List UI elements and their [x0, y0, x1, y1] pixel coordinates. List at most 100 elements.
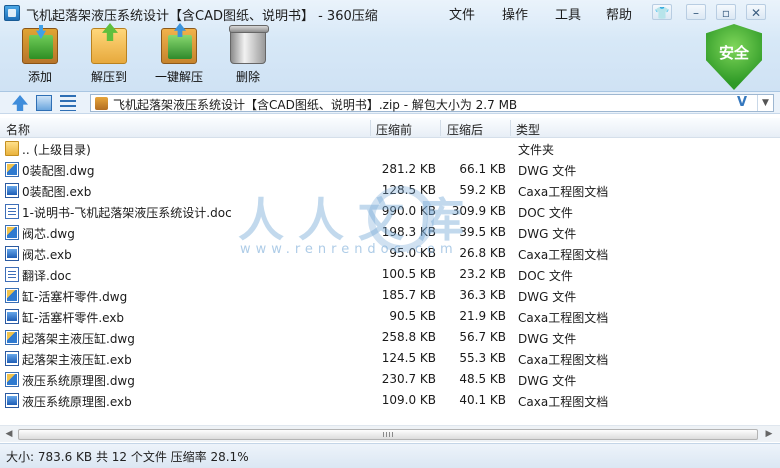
file-row[interactable]: 起落架主液压缸.exb 124.5 KB 55.3 KB Caxa工程图文档 — [0, 348, 770, 369]
one-key-extract-button[interactable]: 一键解压 — [152, 28, 206, 88]
file-original-size: 95.0 KB — [389, 246, 436, 260]
file-type: Caxa工程图文档 — [518, 311, 609, 325]
file-row[interactable]: 阀芯.dwg 198.3 KB 39.5 KB DWG 文件 — [0, 222, 770, 243]
scroll-left-icon[interactable]: ◀ — [4, 429, 14, 439]
menu-file[interactable]: 文件 — [449, 4, 475, 23]
extract-folder-icon — [91, 28, 127, 64]
file-compressed-size: 56.7 KB — [459, 330, 506, 344]
security-shield-badge[interactable]: 安全 — [706, 24, 762, 90]
file-type: DOC 文件 — [518, 206, 573, 220]
exb-file-icon — [5, 393, 19, 408]
shirt-icon[interactable]: 👕 — [652, 4, 672, 20]
exb-file-icon — [5, 183, 19, 198]
dwg-file-icon — [5, 330, 19, 345]
exb-file-icon — [5, 246, 19, 261]
file-original-size: 90.5 KB — [389, 309, 436, 323]
horizontal-scrollbar[interactable]: ◀ ▶ — [0, 425, 780, 442]
status-bar: 大小: 783.6 KB 共 12 个文件 压缩率 28.1% — [0, 443, 780, 468]
file-name: 0装配图.dwg — [22, 164, 95, 178]
file-original-size: 100.5 KB — [381, 267, 436, 281]
restore-icon[interactable]: ▫ — [716, 4, 736, 20]
file-name: 1-说明书-飞机起落架液压系统设计.doc — [22, 206, 232, 220]
file-original-size: 109.0 KB — [381, 393, 436, 407]
close-icon[interactable]: ✕ — [746, 4, 766, 20]
extract-to-button[interactable]: 解压到 — [86, 28, 132, 88]
extract-to-label: 解压到 — [90, 70, 127, 84]
file-name: 起落架主液压缸.exb — [22, 353, 132, 367]
menu-tools[interactable]: 工具 — [555, 4, 581, 23]
verify-indicator[interactable]: V — [737, 95, 747, 110]
add-label: 添加 — [27, 70, 52, 84]
column-original-size[interactable]: 压缩前 — [376, 121, 412, 138]
one-key-extract-label: 一键解压 — [154, 70, 203, 84]
file-row[interactable]: 起落架主液压缸.dwg 258.8 KB 56.7 KB DWG 文件 — [0, 327, 770, 348]
security-badge-label: 安全 — [718, 44, 749, 62]
scroll-right-icon[interactable]: ▶ — [764, 429, 774, 439]
add-button[interactable]: 添加 — [18, 28, 62, 88]
trash-icon — [229, 25, 269, 64]
column-divider[interactable] — [510, 120, 511, 136]
column-type[interactable]: 类型 — [516, 121, 540, 138]
minimize-icon[interactable]: – — [686, 4, 706, 20]
file-row[interactable]: 液压系统原理图.dwg 230.7 KB 48.5 KB DWG 文件 — [0, 369, 770, 390]
file-type: DWG 文件 — [518, 164, 577, 178]
file-original-size: 128.5 KB — [381, 183, 436, 197]
column-divider[interactable] — [440, 120, 441, 136]
chevron-down-icon[interactable]: ▼ — [757, 95, 773, 111]
file-original-size: 258.8 KB — [381, 330, 436, 344]
file-type: Caxa工程图文档 — [518, 185, 609, 199]
file-original-size: 185.7 KB — [381, 288, 436, 302]
doc-file-icon — [5, 267, 19, 282]
exb-file-icon — [5, 351, 19, 366]
status-text: 大小: 783.6 KB 共 12 个文件 压缩率 28.1% — [6, 450, 249, 464]
menu-operate[interactable]: 操作 — [502, 4, 528, 23]
file-name: 缸-活塞杆零件.dwg — [22, 290, 128, 304]
dwg-file-icon — [5, 225, 19, 240]
file-row[interactable]: 1-说明书-飞机起落架液压系统设计.doc 990.0 KB 309.9 KB DOC… — [0, 201, 770, 222]
column-compressed-size[interactable]: 压缩后 — [447, 121, 483, 138]
dwg-file-icon — [5, 372, 19, 387]
file-original-size: 990.0 KB — [381, 204, 436, 218]
file-name: 液压系统原理图.exb — [22, 395, 132, 409]
file-name: 缸-活塞杆零件.exb — [22, 311, 125, 325]
file-row[interactable]: .. (上级目录) 文件夹 — [0, 138, 770, 159]
file-type: 文件夹 — [518, 143, 555, 157]
file-compressed-size: 309.9 KB — [451, 204, 506, 218]
file-row[interactable]: 液压系统原理图.exb 109.0 KB 40.1 KB Caxa工程图文档 — [0, 390, 770, 411]
menu-help[interactable]: 帮助 — [606, 4, 632, 23]
list-view-icon[interactable] — [60, 95, 76, 111]
file-compressed-size: 40.1 KB — [459, 393, 506, 407]
file-original-size: 281.2 KB — [381, 162, 436, 176]
file-compressed-size: 66.1 KB — [459, 162, 506, 176]
file-type: DWG 文件 — [518, 227, 577, 241]
file-row[interactable]: 0装配图.exb 128.5 KB 59.2 KB Caxa工程图文档 — [0, 180, 770, 201]
file-row[interactable]: 缸-活塞杆零件.dwg 185.7 KB 36.3 KB DWG 文件 — [0, 285, 770, 306]
up-arrow-icon[interactable] — [12, 95, 28, 111]
file-name: 阀芯.dwg — [22, 227, 75, 241]
file-type: DOC 文件 — [518, 269, 573, 283]
file-type: Caxa工程图文档 — [518, 353, 609, 367]
file-compressed-size: 55.3 KB — [459, 351, 506, 365]
column-name[interactable]: 名称 — [6, 121, 30, 138]
header-area: 飞机起落架液压系统设计【含CAD图纸、说明书】 - 360压缩 文件 操作 工具… — [0, 0, 780, 92]
file-row[interactable]: 翻译.doc 100.5 KB 23.2 KB DOC 文件 — [0, 264, 770, 285]
file-name: 翻译.doc — [22, 269, 72, 283]
file-compressed-size: 21.9 KB — [459, 309, 506, 323]
folder-icon — [5, 141, 19, 156]
file-row[interactable]: 0装配图.dwg 281.2 KB 66.1 KB DWG 文件 — [0, 159, 770, 180]
scrollbar-thumb[interactable] — [18, 429, 758, 440]
doc-file-icon — [5, 204, 19, 219]
file-compressed-size: 59.2 KB — [459, 183, 506, 197]
file-name: 液压系统原理图.dwg — [22, 374, 135, 388]
file-compressed-size: 36.3 KB — [459, 288, 506, 302]
file-row[interactable]: 缸-活塞杆零件.exb 90.5 KB 21.9 KB Caxa工程图文档 — [0, 306, 770, 327]
file-row[interactable]: 阀芯.exb 95.0 KB 26.8 KB Caxa工程图文档 — [0, 243, 770, 264]
file-type: Caxa工程图文档 — [518, 248, 609, 262]
thumbnail-view-icon[interactable] — [36, 95, 52, 111]
dwg-file-icon — [5, 288, 19, 303]
window-title: 飞机起落架液压系统设计【含CAD图纸、说明书】 - 360压缩 — [26, 9, 378, 24]
column-divider[interactable] — [370, 120, 371, 136]
delete-button[interactable]: 删除 — [228, 25, 269, 88]
address-bar-row: 飞机起落架液压系统设计【含CAD图纸、说明书】.zip - 解包大小为 2.7 … — [0, 92, 780, 114]
address-field[interactable]: 飞机起落架液压系统设计【含CAD图纸、说明书】.zip - 解包大小为 2.7 … — [90, 94, 774, 112]
